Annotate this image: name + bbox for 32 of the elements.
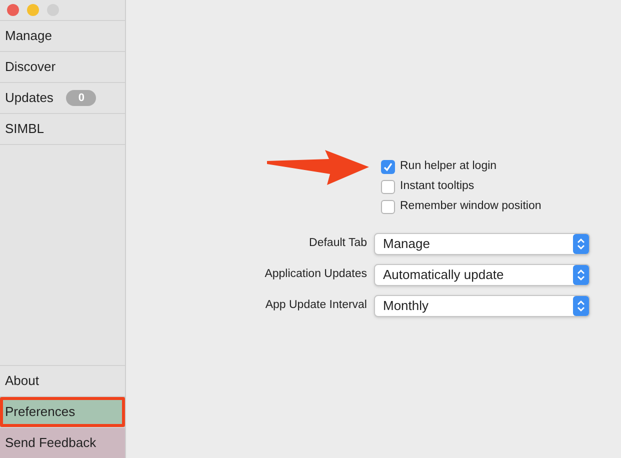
count-badge: 0 (66, 90, 96, 106)
checkbox[interactable] (381, 160, 395, 174)
minimize-window-button[interactable] (27, 4, 39, 16)
field-label: Default Tab (308, 236, 368, 252)
item-label: Discover (5, 58, 56, 76)
checkbox[interactable] (381, 180, 395, 194)
item-label: Manage (5, 27, 52, 46)
sidebar-item[interactable]: Send Feedback (0, 427, 125, 458)
item-label: SIMBL (5, 120, 44, 138)
checkbox-label: Remember window position (400, 199, 542, 214)
checkbox[interactable] (381, 200, 395, 214)
checkbox-label: Instant tooltips (400, 179, 474, 194)
item-label: Preferences (5, 403, 76, 422)
item-label: Send Feedback (5, 434, 96, 452)
dropdown[interactable]: Manage (374, 233, 590, 255)
sidebar-item[interactable]: Updates 0 (0, 83, 125, 114)
sidebar-item[interactable]: Manage (0, 21, 125, 52)
dropdown[interactable]: Monthly (374, 295, 590, 317)
item-label: About (5, 372, 39, 390)
checkbox-label: Run helper at login (400, 159, 497, 174)
stepper-arrows-icon (573, 296, 589, 316)
sidebar-item[interactable]: SIMBL (0, 114, 125, 145)
item-label: Updates (5, 89, 54, 108)
dropdown[interactable]: Automatically update (374, 264, 590, 286)
sidebar-item[interactable]: Preferences (0, 396, 125, 427)
field-label: App Update Interval (264, 298, 368, 314)
field-label: Application Updates (264, 267, 368, 282)
sidebar-item[interactable]: Discover (0, 52, 125, 83)
stepper-arrows-icon (573, 234, 589, 254)
stepper-arrows-icon (573, 265, 589, 285)
checkmark-icon (383, 162, 393, 172)
close-window-button[interactable] (7, 4, 19, 16)
